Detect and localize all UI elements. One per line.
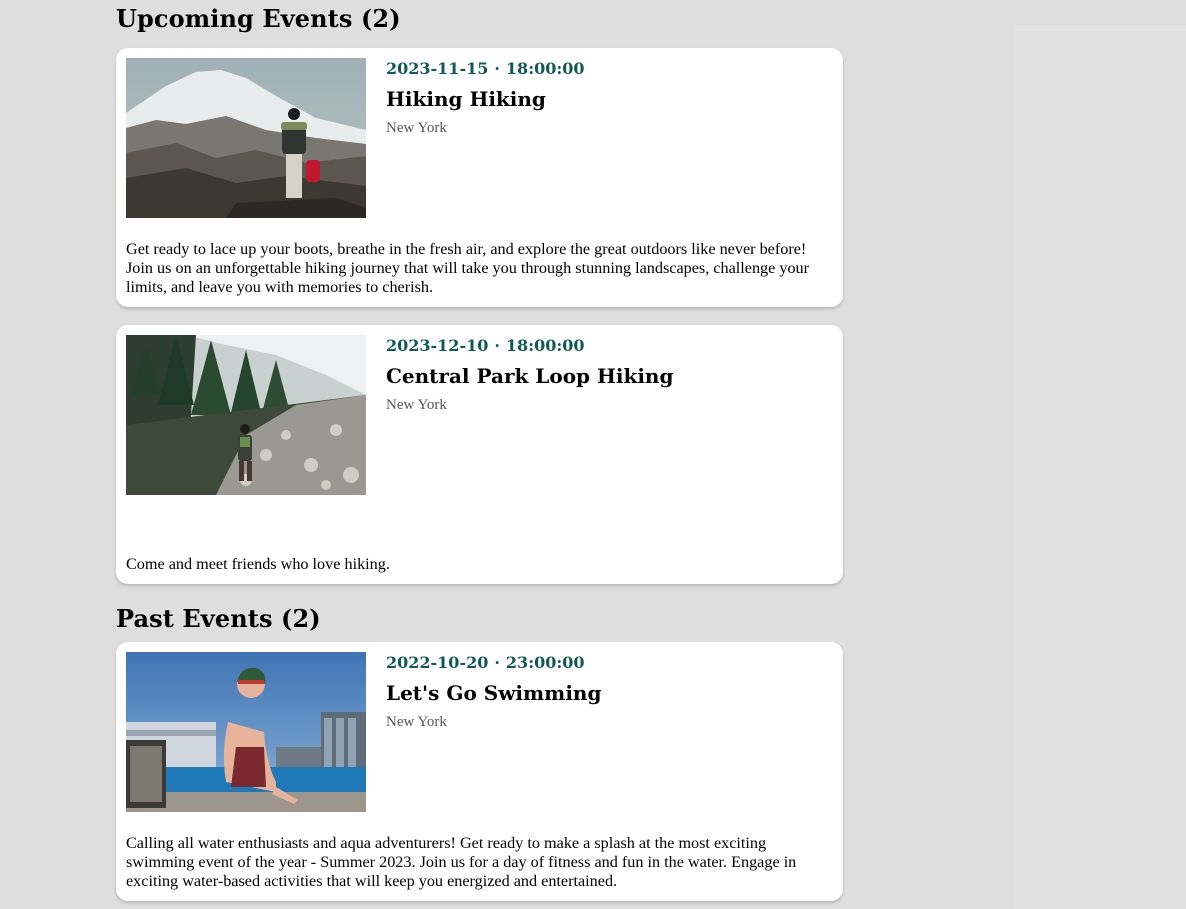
event-description: Come and meet friends who love hiking. — [126, 555, 390, 573]
event-datetime: 2023-12-10 · 18:00:00 — [386, 335, 673, 357]
past-events-heading: Past Events (2) — [116, 604, 321, 633]
event-datetime: 2023-11-15 · 18:00:00 — [386, 58, 585, 80]
upcoming-events-heading: Upcoming Events (2) — [116, 4, 401, 33]
separator-dot: · — [494, 653, 500, 672]
event-description: Get ready to lace up your boots, breathe… — [126, 240, 810, 296]
event-title[interactable]: Let's Go Swimming — [386, 680, 601, 706]
event-description: Calling all water enthusiasts and aqua a… — [126, 834, 797, 890]
event-datetime: 2022-10-20 · 23:00:00 — [386, 652, 601, 674]
event-time: 18:00:00 — [505, 59, 585, 78]
event-card[interactable]: 2023-11-15 · 18:00:00 Hiking Hiking New Yo… — [116, 48, 843, 307]
event-location: New York — [386, 397, 447, 413]
event-time: 18:00:00 — [505, 336, 585, 355]
event-image-forest-trail[interactable] — [126, 335, 366, 495]
event-title[interactable]: Central Park Loop Hiking — [386, 363, 673, 389]
event-location: New York — [386, 120, 447, 136]
separator-dot: · — [494, 59, 500, 78]
event-date: 2023-11-15 — [386, 59, 489, 78]
event-title[interactable]: Hiking Hiking — [386, 86, 585, 112]
event-date: 2023-12-10 — [386, 336, 489, 355]
events-list: Upcoming Events (2) 2023-11-15 · 18:00:0… — [116, 0, 843, 901]
event-location: New York — [386, 714, 447, 730]
event-image-mountain-hiker[interactable] — [126, 58, 366, 218]
event-card[interactable]: 2023-12-10 · 18:00:00 Central Park Loop Hi… — [116, 325, 843, 584]
event-time: 23:00:00 — [505, 653, 585, 672]
event-card[interactable]: 2022-10-20 · 23:00:00 Let's Go Swimming Ne… — [116, 642, 843, 901]
event-date: 2022-10-20 — [386, 653, 489, 672]
event-image-swimmer[interactable] — [126, 652, 366, 812]
separator-dot: · — [494, 336, 500, 355]
right-sidebar-panel — [1013, 25, 1186, 909]
